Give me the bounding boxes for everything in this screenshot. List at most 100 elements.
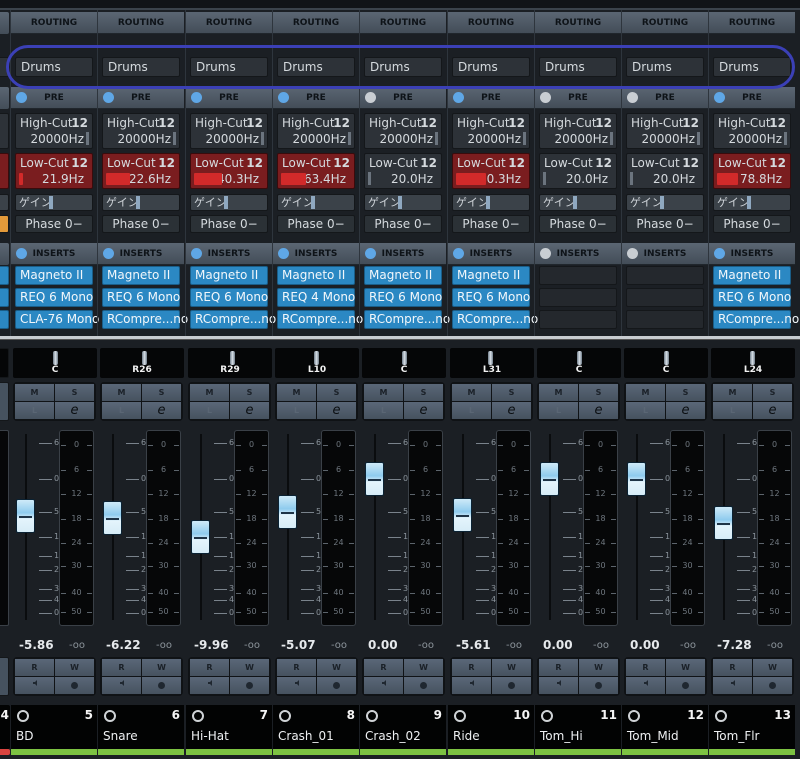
edit-channel-button[interactable]: e [579, 402, 618, 419]
gain-slider[interactable]: ゲイン [102, 194, 180, 211]
pre-bypass-toggle[interactable] [365, 92, 376, 103]
channel-name-box[interactable]: 9 Crash_02 [360, 705, 446, 749]
channel-name[interactable]: BD [16, 729, 33, 743]
insert-slot[interactable]: REQ 6 Mono [452, 288, 530, 307]
listen-button[interactable]: L [452, 402, 491, 419]
channel-select-circle[interactable] [715, 710, 727, 722]
gain-slider[interactable]: ゲイン [277, 194, 355, 211]
mute-button[interactable]: M [452, 384, 491, 401]
channel-name-box[interactable]: 13 Tom_Flr [709, 705, 795, 749]
gain-slider[interactable]: ゲイン [452, 194, 530, 211]
high-cut-slope[interactable]: 12 [420, 116, 437, 130]
write-automation-button[interactable]: W [753, 659, 792, 676]
insert-slot[interactable]: REQ 6 Mono [102, 288, 180, 307]
low-cut-slope[interactable]: 12 [420, 156, 437, 170]
channel-name[interactable]: Crash_02 [365, 729, 421, 743]
channel-name-box[interactable]: 10 Ride [448, 705, 534, 749]
partial-pan-control[interactable] [0, 348, 9, 378]
pan-indicator[interactable] [314, 351, 320, 365]
high-cut-slope[interactable]: 12 [333, 116, 350, 130]
peak-readout[interactable]: -oo [244, 640, 260, 651]
pan-control[interactable]: L24 [711, 348, 795, 378]
listen-button[interactable]: L [713, 402, 752, 419]
channel-name-box[interactable]: 6 Snare [98, 705, 184, 749]
high-cut-control[interactable]: High-Cut 12 20000Hz [277, 113, 355, 149]
monitor-button[interactable] [626, 677, 665, 694]
channel-select-circle[interactable] [454, 710, 466, 722]
write-automation-button[interactable]: W [55, 659, 94, 676]
insert-slot[interactable]: Magneto II [190, 266, 268, 285]
gain-slider-handle[interactable] [573, 196, 578, 209]
insert-slot[interactable]: Magneto II [277, 266, 355, 285]
insert-slot[interactable] [626, 266, 704, 285]
pan-control[interactable]: L10 [275, 348, 359, 378]
pan-indicator[interactable] [402, 351, 407, 365]
listen-button[interactable]: L [277, 402, 316, 419]
edit-channel-button[interactable]: e [55, 402, 94, 419]
partial-low-cut-control[interactable] [0, 153, 9, 189]
read-automation-button[interactable]: R [713, 659, 752, 676]
high-cut-control[interactable]: High-Cut 12 20000Hz [15, 113, 93, 149]
low-cut-slope[interactable]: 12 [246, 156, 263, 170]
low-cut-control[interactable]: Low-Cut 12 21.9Hz [15, 153, 93, 189]
monitor-button[interactable] [277, 677, 316, 694]
high-cut-slope[interactable]: 12 [769, 116, 786, 130]
routing-output-select[interactable]: Drums [713, 57, 791, 77]
partial-channel-name-box[interactable]: 4 [0, 705, 10, 749]
high-cut-control[interactable]: High-Cut 12 20000Hz [190, 113, 268, 149]
volume-readout[interactable]: -5.61 [456, 638, 491, 652]
record-enable-button[interactable] [317, 677, 356, 694]
write-automation-button[interactable]: W [404, 659, 443, 676]
high-cut-control[interactable]: High-Cut 12 20000Hz [452, 113, 530, 149]
listen-button[interactable]: L [102, 402, 141, 419]
solo-button[interactable]: S [404, 384, 443, 401]
edit-channel-button[interactable]: e [753, 402, 792, 419]
peak-readout[interactable]: -oo [69, 640, 85, 651]
high-cut-control[interactable]: High-Cut 12 20000Hz [713, 113, 791, 149]
low-cut-control[interactable]: Low-Cut 12 320.3Hz [452, 153, 530, 189]
pre-bypass-toggle[interactable] [627, 92, 638, 103]
channel-select-circle[interactable] [192, 710, 204, 722]
volume-readout[interactable]: -7.28 [717, 638, 752, 652]
volume-readout[interactable]: 0.00 [543, 638, 573, 652]
gain-slider-handle[interactable] [486, 196, 491, 209]
low-cut-slope[interactable]: 12 [158, 156, 175, 170]
volume-readout[interactable]: -6.22 [106, 638, 141, 652]
solo-button[interactable]: S [492, 384, 531, 401]
fader-handle[interactable] [365, 462, 384, 496]
channel-name-box[interactable]: 8 Crash_01 [273, 705, 359, 749]
insert-slot[interactable]: Magneto II [713, 266, 791, 285]
pre-bypass-toggle[interactable] [540, 92, 551, 103]
gain-slider-handle[interactable] [747, 196, 752, 209]
pre-bypass-toggle[interactable] [714, 92, 725, 103]
listen-button[interactable]: L [190, 402, 229, 419]
insert-slot[interactable] [539, 266, 617, 285]
low-cut-slope[interactable]: 12 [508, 156, 525, 170]
insert-slot[interactable]: Magneto II [102, 266, 180, 285]
edit-channel-button[interactable]: e [317, 402, 356, 419]
channel-name[interactable]: Tom_Hi [540, 729, 583, 743]
peak-readout[interactable]: -oo [506, 640, 522, 651]
monitor-button[interactable] [452, 677, 491, 694]
read-automation-button[interactable]: R [364, 659, 403, 676]
routing-output-select[interactable]: Drums [539, 57, 617, 77]
peak-readout[interactable]: -oo [331, 640, 347, 651]
insert-slot[interactable]: Magneto II [15, 266, 93, 285]
partial-insert-slot[interactable] [0, 266, 9, 285]
mute-button[interactable]: M [539, 384, 578, 401]
fader-handle[interactable] [191, 519, 210, 554]
channel-select-circle[interactable] [541, 710, 553, 722]
mute-button[interactable]: M [277, 384, 316, 401]
low-cut-control[interactable]: Low-Cut 12 20.0Hz [626, 153, 704, 189]
solo-button[interactable]: S [753, 384, 792, 401]
monitor-button[interactable] [713, 677, 752, 694]
record-enable-button[interactable] [230, 677, 269, 694]
low-cut-control[interactable]: Low-Cut 12 122.6Hz [102, 153, 180, 189]
inserts-bypass-toggle[interactable] [627, 248, 638, 259]
channel-name-box[interactable]: 7 Hi-Hat [186, 705, 272, 749]
mute-button[interactable]: M [102, 384, 141, 401]
low-cut-control[interactable]: Low-Cut 12 163.4Hz [277, 153, 355, 189]
record-enable-button[interactable] [404, 677, 443, 694]
phase-button[interactable]: Phase 0− [626, 215, 704, 233]
insert-slot[interactable] [626, 310, 704, 329]
